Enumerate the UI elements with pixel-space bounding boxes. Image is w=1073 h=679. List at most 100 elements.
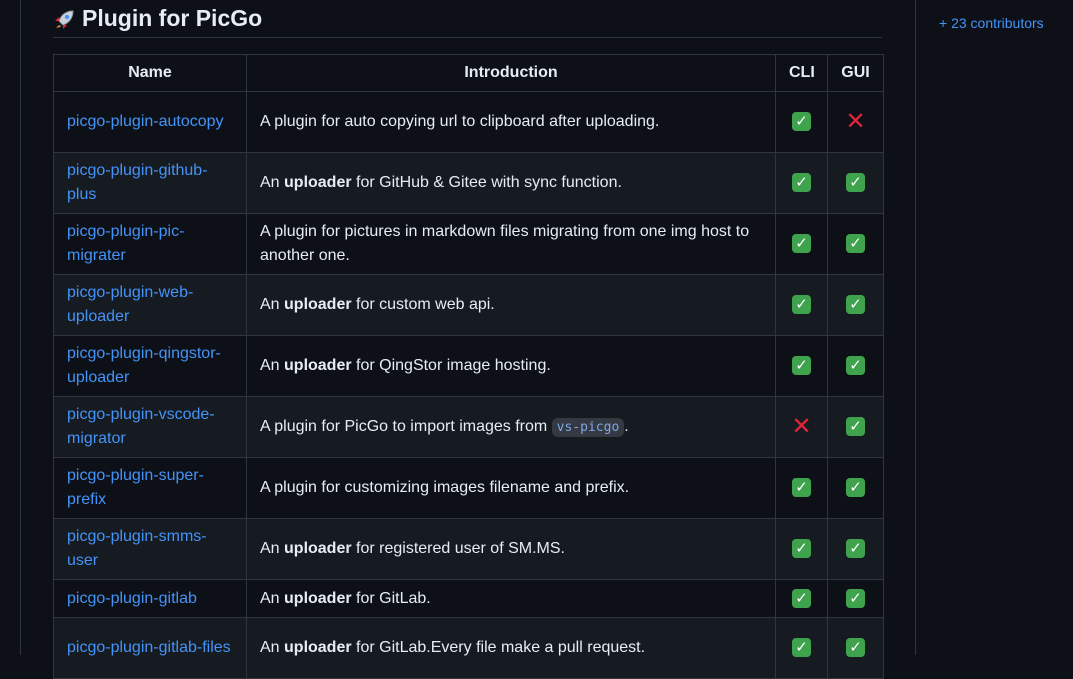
check-mark-icon: ✓: [846, 295, 865, 315]
check-mark-icon: ✓: [792, 356, 811, 376]
sidebar-divider: [915, 0, 916, 655]
plugin-link[interactable]: picgo-plugin-autocopy: [67, 113, 224, 130]
check-mark-icon: ✓: [792, 638, 811, 658]
cli-support-cell: ✓: [775, 152, 828, 214]
table-row: picgo-plugin-super-prefix A plugin for cu…: [53, 457, 884, 519]
plugin-link[interactable]: picgo-plugin-gitlab-files: [67, 639, 231, 656]
gui-support-cell: ✓: [827, 457, 884, 519]
intro-text: An: [260, 540, 285, 557]
plugin-name-cell: picgo-plugin-super-prefix: [53, 457, 247, 519]
cli-support-cell: ✓: [775, 335, 828, 397]
table-row: picgo-plugin-autocopy A plugin for auto c…: [53, 91, 884, 153]
check-mark-icon: ✓: [846, 356, 865, 376]
cli-support-cell: ✓: [775, 518, 828, 580]
table-row: picgo-plugin-smms-user An uploader for re…: [53, 518, 884, 580]
intro-text: for registered user of SM.MS.: [351, 540, 565, 557]
cli-support-cell: ✓: [775, 91, 828, 153]
col-header-cli: CLI: [775, 54, 828, 92]
plugin-introduction: An uploader for GitLab.Every file make a…: [246, 617, 776, 679]
plugin-name-cell: picgo-plugin-gitlab-files: [53, 617, 247, 679]
col-header-name: Name: [53, 54, 247, 92]
intro-bold-text: uploader: [284, 174, 352, 191]
check-mark-icon: ✓: [846, 478, 865, 498]
plugin-introduction: A plugin for PicGo to import images from…: [246, 396, 776, 458]
check-mark-icon: ✓: [792, 295, 811, 315]
plugin-name-cell: picgo-plugin-github-plus: [53, 152, 247, 214]
plugin-link[interactable]: picgo-plugin-web-uploader: [67, 284, 193, 325]
content-left-border: [20, 0, 21, 655]
gui-support-cell: ✓: [827, 152, 884, 214]
intro-bold-text: uploader: [284, 357, 352, 374]
cli-support-cell: ✓: [775, 213, 828, 275]
gui-support-cell: ✓: [827, 335, 884, 397]
intro-text: An: [260, 589, 285, 607]
intro-text: .: [624, 417, 629, 435]
plugin-name-cell: picgo-plugin-gitlab: [53, 579, 247, 618]
intro-text: for GitHub & Gitee with sync function.: [351, 174, 622, 191]
intro-text: for custom web api.: [351, 296, 495, 313]
intro-text: A plugin for PicGo to import images from: [260, 417, 552, 435]
check-mark-icon: ✓: [792, 539, 811, 559]
col-header-gui: GUI: [827, 54, 884, 92]
plugin-link[interactable]: picgo-plugin-gitlab: [67, 590, 197, 607]
table-row: picgo-plugin-qingstor-uploader An uploade…: [53, 335, 884, 397]
plugin-name-cell: picgo-plugin-smms-user: [53, 518, 247, 580]
plugin-table: Name Introduction CLI GUI picgo-plugin-a…: [53, 54, 884, 679]
check-mark-icon: ✓: [792, 234, 811, 254]
gui-support-cell: ✓: [827, 617, 884, 679]
gui-support-cell: ✓: [827, 579, 884, 618]
check-mark-icon: ✓: [846, 173, 865, 193]
cli-support-cell: ✓: [775, 617, 828, 679]
section-heading: Plugin for PicGo: [53, 0, 882, 38]
table-row: picgo-plugin-gitlab-files An uploader for…: [53, 617, 884, 679]
plugin-introduction: An uploader for QingStor image hosting.: [246, 335, 776, 397]
table-row: picgo-plugin-github-plus An uploader for …: [53, 152, 884, 214]
intro-text: for GitLab.: [351, 589, 431, 607]
intro-text: An: [260, 174, 285, 191]
plugin-link[interactable]: picgo-plugin-qingstor-uploader: [67, 345, 221, 386]
intro-bold-text: uploader: [284, 639, 352, 656]
plugin-introduction: An uploader for GitLab.: [246, 579, 776, 618]
table-row: picgo-plugin-pic-migrater A plugin for pi…: [53, 213, 884, 275]
cli-support-cell: ✕: [775, 396, 828, 458]
plugin-introduction: An uploader for registered user of SM.MS…: [246, 518, 776, 580]
plugin-link[interactable]: picgo-plugin-pic-migrater: [67, 223, 184, 264]
plugin-name-cell: picgo-plugin-pic-migrater: [53, 213, 247, 275]
intro-text: for QingStor image hosting.: [351, 357, 551, 374]
intro-code-text: vs-picgo: [551, 417, 625, 437]
rocket-icon: [53, 7, 77, 31]
cli-support-cell: ✓: [775, 579, 828, 618]
plugin-name-cell: picgo-plugin-vscode-migrator: [53, 396, 247, 458]
table-row: picgo-plugin-gitlab An uploader for GitLa…: [53, 579, 884, 618]
intro-text: A plugin for pictures in markdown files …: [260, 223, 750, 264]
gui-support-cell: ✓: [827, 213, 884, 275]
cross-mark-icon: ✕: [791, 413, 812, 441]
intro-text: for GitLab.Every file make a pull reques…: [351, 639, 646, 656]
plugin-introduction: A plugin for pictures in markdown files …: [246, 213, 776, 275]
check-mark-icon: ✓: [792, 478, 811, 498]
check-mark-icon: ✓: [792, 173, 811, 193]
cross-mark-icon: ✕: [845, 108, 866, 136]
intro-text: An: [260, 639, 285, 656]
intro-text: A plugin for auto copying url to clipboa…: [260, 113, 660, 130]
contributors-link[interactable]: + 23 contributors: [939, 15, 1044, 31]
plugin-link[interactable]: picgo-plugin-smms-user: [67, 528, 207, 569]
check-mark-icon: ✓: [846, 417, 865, 437]
plugin-link[interactable]: picgo-plugin-super-prefix: [67, 467, 204, 508]
section-title: Plugin for PicGo: [82, 5, 263, 31]
plugin-link[interactable]: picgo-plugin-vscode-migrator: [67, 406, 215, 447]
plugin-name-cell: picgo-plugin-qingstor-uploader: [53, 335, 247, 397]
gui-support-cell: ✓: [827, 518, 884, 580]
plugin-introduction: A plugin for auto copying url to clipboa…: [246, 91, 776, 153]
cli-support-cell: ✓: [775, 457, 828, 519]
plugin-link[interactable]: picgo-plugin-github-plus: [67, 162, 208, 203]
check-mark-icon: ✓: [846, 588, 865, 608]
check-mark-icon: ✓: [792, 588, 811, 608]
table-header-row: Name Introduction CLI GUI: [53, 54, 884, 92]
intro-bold-text: uploader: [284, 540, 352, 557]
check-mark-icon: ✓: [846, 539, 865, 559]
plugin-name-cell: picgo-plugin-web-uploader: [53, 274, 247, 336]
intro-bold-text: uploader: [284, 589, 352, 607]
gui-support-cell: ✓: [827, 396, 884, 458]
plugin-introduction: An uploader for custom web api.: [246, 274, 776, 336]
